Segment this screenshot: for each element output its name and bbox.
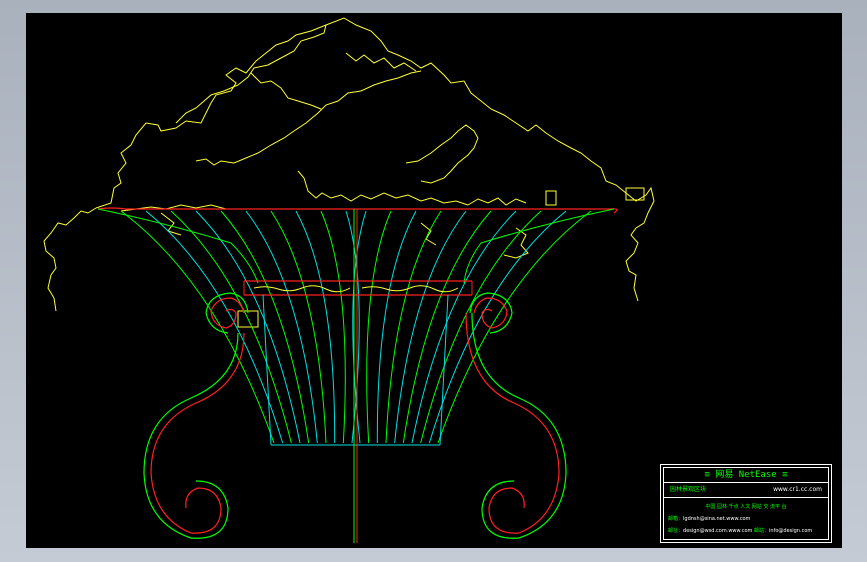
title-block-subtitle-left: 园林景观区块 xyxy=(670,486,707,493)
title-block-subtitle-row: 园林景观区块 www.cr1.cc.com xyxy=(664,483,828,498)
title-block-line3-label: 邮址： xyxy=(668,527,684,534)
basin-ribs xyxy=(120,210,592,444)
basin-rib-right xyxy=(411,210,517,444)
title-block-line3-label2: 邮站： xyxy=(754,527,770,534)
basin-outline xyxy=(97,207,618,543)
title-block-line2-value: lgdnsh@sina.net.www.com xyxy=(683,515,751,522)
title-block-line3: 邮址：design@wsd.com.www.com 邮站：info@design… xyxy=(668,527,824,534)
title-block-line1: 中国 园林 千点 人文 网站 交 流平 台 xyxy=(705,504,787,511)
title-block-subtitle-right: www.cr1.cc.com xyxy=(773,486,822,493)
basin-rib-right xyxy=(366,210,392,444)
basin-rib-right xyxy=(402,210,492,444)
cad-drawing-viewport[interactable]: ≡ 网易 NetEase ≡ 园林景观区块 www.cr1.cc.com 中国 … xyxy=(26,13,842,548)
basin-rib-right xyxy=(437,210,592,444)
basin-rib-right xyxy=(385,210,442,444)
title-block-line3-value2: info@design.com xyxy=(769,527,813,534)
title-block-info: 中国 园林 千点 人文 网站 交 流平 台 邮箱：lgdnsh@sina.net… xyxy=(664,498,828,539)
basin-rib-left xyxy=(270,210,327,444)
basin-rib-right xyxy=(428,210,567,444)
title-block: ≡ 网易 NetEase ≡ 园林景观区块 www.cr1.cc.com 中国 … xyxy=(660,464,832,543)
basin-rib-right xyxy=(376,210,417,444)
basin-rib-left xyxy=(170,210,292,444)
title-block-line2-label: 邮箱： xyxy=(668,515,684,522)
title-block-line2: 邮箱：lgdnsh@sina.net.www.com xyxy=(668,515,824,522)
basin-rib-left xyxy=(320,210,346,444)
basin-rib-left xyxy=(295,210,336,444)
title-block-line3-value: design@wsd.com.www.com xyxy=(683,527,753,534)
title-block-heading: ≡ 网易 NetEase ≡ xyxy=(664,468,828,483)
